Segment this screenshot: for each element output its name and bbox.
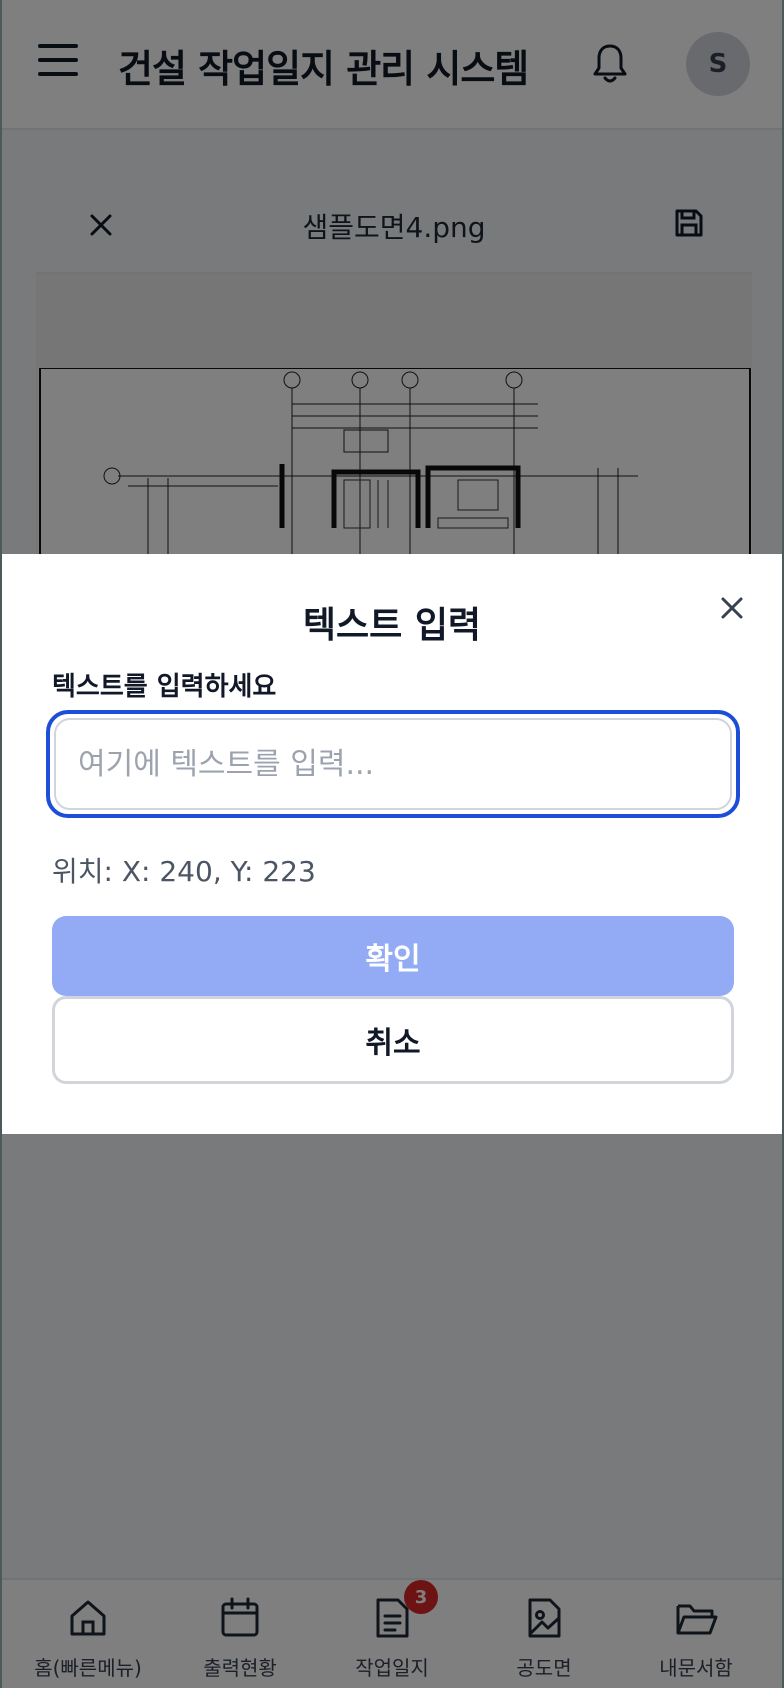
position-readout: 위치: X: 240, Y: 223 <box>52 855 316 888</box>
modal-title: 텍스트 입력 <box>302 605 482 646</box>
text-input-wrapper <box>46 710 740 818</box>
text-input[interactable] <box>54 718 732 810</box>
text-field-label: 텍스트를 입력하세요 <box>52 672 277 702</box>
close-icon[interactable] <box>714 590 750 626</box>
text-input-modal: 텍스트 입력 텍스트를 입력하세요 위치: X: 240, Y: 223 확인 … <box>2 554 782 1134</box>
cancel-button[interactable]: 취소 <box>52 996 734 1084</box>
app-screen: 건설 작업일지 관리 시스템 S 샘플도면4.png <box>2 0 782 1688</box>
confirm-button[interactable]: 확인 <box>52 916 734 996</box>
